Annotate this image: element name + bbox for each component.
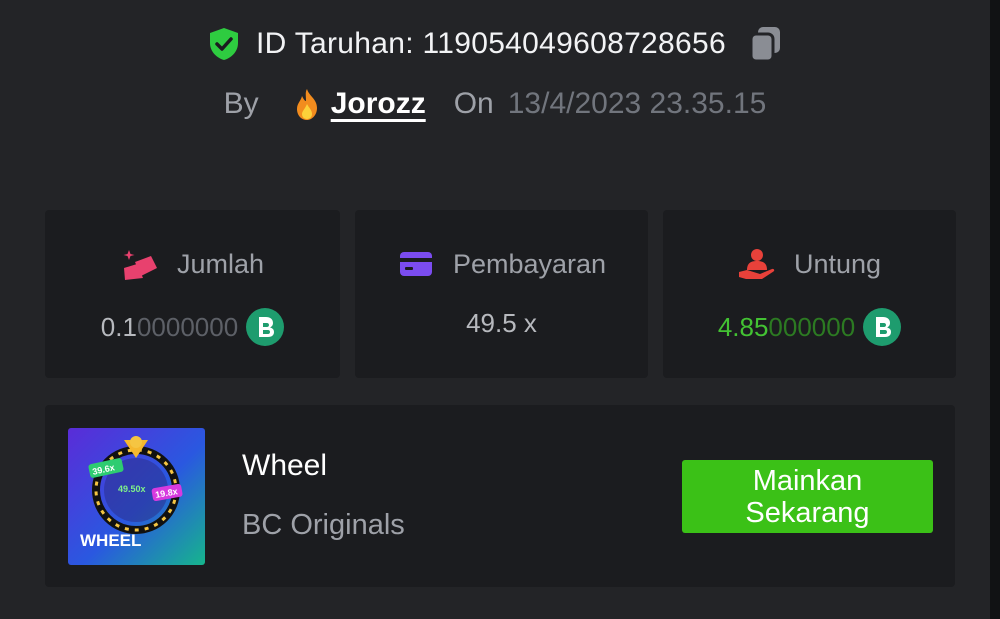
stat-card-amount: Jumlah 0.10000000 bbox=[45, 210, 340, 378]
profit-hand-icon bbox=[738, 249, 775, 279]
play-now-button[interactable]: Mainkan Sekarang bbox=[682, 460, 933, 533]
game-thumbnail[interactable]: 39.6x 49.50x 19.8x WHEEL bbox=[68, 428, 205, 565]
value-main: 0.1 bbox=[100, 311, 137, 342]
bet-id-row: ID Taruhan: 119054049608728656 bbox=[0, 24, 990, 64]
bcd-coin-icon bbox=[863, 308, 902, 346]
stat-head: Untung bbox=[663, 246, 956, 282]
game-provider: BC Originals bbox=[242, 509, 405, 541]
bet-id-text: ID Taruhan: 119054049608728656 bbox=[256, 27, 726, 60]
stat-card-profit: Untung 4.85000000 bbox=[663, 210, 956, 378]
stat-label: Pembayaran bbox=[452, 248, 607, 279]
fire-icon bbox=[296, 89, 317, 120]
stat-label: Untung bbox=[793, 248, 882, 279]
shield-check-icon bbox=[210, 28, 238, 60]
card-icon bbox=[399, 252, 432, 276]
value-dim: 000000 bbox=[768, 311, 856, 342]
stats-row: Jumlah 0.10000000 Pembayaran 49.5 x Untu… bbox=[45, 210, 956, 378]
by-label: By bbox=[223, 87, 259, 120]
thumb-title: WHEEL bbox=[80, 531, 141, 550]
stat-value: 49.5 x bbox=[355, 308, 648, 339]
bet-meta-row: By Jorozz On 13/4/2023 23.35.15 bbox=[0, 86, 990, 122]
game-title[interactable]: Wheel bbox=[242, 449, 327, 483]
value-dim: 0000000 bbox=[136, 311, 239, 342]
bet-details-panel: ID Taruhan: 119054049608728656 By Jorozz… bbox=[0, 0, 990, 619]
thumb-value: 49.50x bbox=[118, 484, 146, 494]
game-card: 39.6x 49.50x 19.8x WHEEL Wheel BC Origin… bbox=[45, 405, 955, 587]
stat-value: 0.10000000 bbox=[45, 308, 340, 346]
stat-value: 4.85000000 bbox=[663, 308, 956, 346]
bcd-coin-icon bbox=[246, 308, 285, 346]
bet-amount-icon bbox=[123, 250, 157, 280]
stat-head: Pembayaran bbox=[355, 246, 648, 282]
stat-head: Jumlah bbox=[45, 246, 340, 282]
user-name: Jorozz bbox=[330, 87, 426, 120]
user-link[interactable]: Jorozz bbox=[289, 86, 426, 122]
value-main: 49.5 x bbox=[466, 308, 537, 338]
window-edge bbox=[990, 0, 1000, 619]
on-label: On bbox=[453, 87, 494, 120]
value-main: 4.85 bbox=[717, 311, 769, 342]
bet-date: 13/4/2023 23.35.15 bbox=[507, 87, 767, 120]
stat-label: Jumlah bbox=[176, 248, 265, 279]
copy-icon[interactable] bbox=[748, 24, 784, 64]
stat-card-payout: Pembayaran 49.5 x bbox=[355, 210, 648, 378]
